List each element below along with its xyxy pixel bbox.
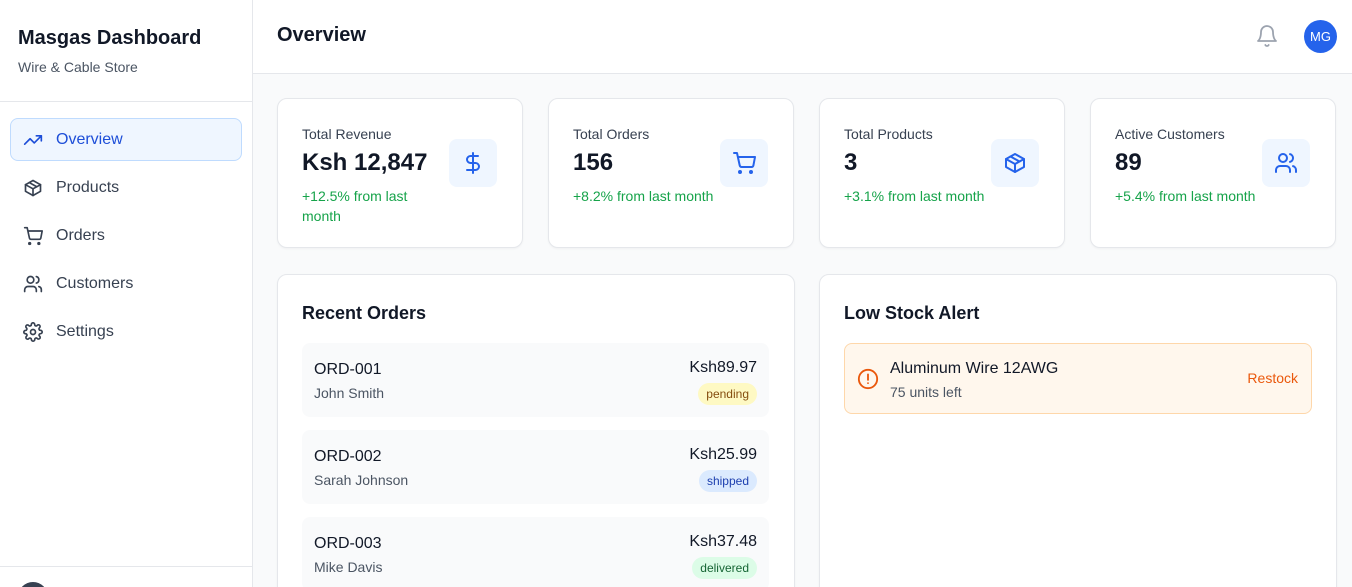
stat-change: +12.5% from last month bbox=[302, 188, 408, 224]
low-stock-units: 75 units left bbox=[890, 384, 962, 400]
sidebar-item-settings[interactable]: Settings bbox=[10, 310, 242, 353]
package-icon bbox=[24, 179, 42, 196]
order-id: ORD-002 bbox=[314, 448, 382, 465]
stat-icon-box bbox=[1262, 139, 1310, 187]
stat-change: +3.1% from last month bbox=[844, 188, 985, 204]
cart-icon bbox=[23, 226, 43, 245]
sidebar-item-label: Products bbox=[56, 178, 120, 196]
order-id: ORD-003 bbox=[314, 535, 382, 552]
top-header: Overview MG bbox=[253, 0, 1352, 74]
stat-label: Total Products bbox=[844, 126, 933, 142]
sidebar-item-label: Overview bbox=[56, 130, 123, 148]
users-icon bbox=[23, 275, 43, 292]
sidebar-item-label: Orders bbox=[56, 226, 105, 244]
sidebar-nav: Overview Products Orders Customers Setti… bbox=[0, 102, 252, 353]
order-amount: Ksh37.48 bbox=[689, 533, 757, 550]
status-badge: pending bbox=[698, 383, 757, 405]
order-id: ORD-001 bbox=[314, 361, 382, 378]
user-avatar[interactable] bbox=[18, 582, 48, 587]
stat-icon-box bbox=[991, 139, 1039, 187]
brand: Masgas Dashboard Wire & Cable Store bbox=[0, 0, 252, 102]
stat-card-revenue: Total Revenue Ksh 12,847 +12.5% from las… bbox=[277, 98, 523, 248]
sidebar-item-overview[interactable]: Overview bbox=[10, 118, 242, 161]
low-stock-product: Aluminum Wire 12AWG bbox=[890, 360, 1059, 377]
order-customer: Mike Davis bbox=[314, 559, 383, 575]
brand-title: Masgas Dashboard bbox=[18, 27, 202, 49]
sidebar-item-customers[interactable]: Customers bbox=[10, 262, 242, 305]
stat-value: 89 bbox=[1115, 149, 1142, 176]
avatar[interactable]: MG bbox=[1304, 20, 1337, 53]
dollar-icon bbox=[466, 152, 480, 174]
sidebar-item-orders[interactable]: Orders bbox=[10, 214, 242, 257]
status-badge: shipped bbox=[698, 470, 757, 492]
stat-icon-box bbox=[720, 139, 768, 187]
stat-value: Ksh 12,847 bbox=[302, 149, 428, 176]
order-amount: Ksh89.97 bbox=[689, 359, 757, 376]
order-customer: John Smith bbox=[314, 385, 385, 401]
bell-icon[interactable] bbox=[1255, 24, 1279, 48]
stat-card-orders: Total Orders 156 +8.2% from last month bbox=[548, 98, 794, 248]
sidebar: Masgas Dashboard Wire & Cable Store Over… bbox=[0, 0, 253, 587]
stat-change: +5.4% from last month bbox=[1115, 188, 1256, 204]
gear-icon bbox=[23, 321, 43, 342]
users-icon bbox=[1275, 153, 1297, 173]
recent-orders-panel: Recent Orders ORD-001 John Smith Ksh89.9… bbox=[277, 274, 795, 587]
stat-label: Total Revenue bbox=[302, 126, 392, 142]
stat-icon-box bbox=[449, 139, 497, 187]
stat-change: +8.2% from last month bbox=[573, 188, 714, 204]
stat-card-customers: Active Customers 89 +5.4% from last mont… bbox=[1090, 98, 1336, 248]
order-amount: Ksh25.99 bbox=[689, 446, 757, 463]
sidebar-item-products[interactable]: Products bbox=[10, 166, 242, 209]
stat-value: 156 bbox=[573, 149, 614, 176]
page-title: Overview bbox=[277, 24, 366, 46]
low-stock-item: Aluminum Wire 12AWG 75 units left Restoc… bbox=[844, 343, 1312, 414]
sidebar-item-label: Settings bbox=[56, 322, 114, 340]
stat-card-products: Total Products 3 +3.1% from last month bbox=[819, 98, 1065, 248]
cart-icon bbox=[733, 152, 756, 174]
stat-label: Active Customers bbox=[1115, 126, 1225, 142]
order-row[interactable]: ORD-001 John Smith Ksh89.97 pending bbox=[302, 343, 769, 417]
brand-subtitle: Wire & Cable Store bbox=[18, 59, 138, 75]
order-row[interactable]: ORD-002 Sarah Johnson Ksh25.99 shipped bbox=[302, 430, 769, 504]
panel-title: Recent Orders bbox=[302, 303, 427, 323]
order-row[interactable]: ORD-003 Mike Davis Ksh37.48 delivered bbox=[302, 517, 769, 587]
stat-value: 3 bbox=[844, 149, 858, 176]
panel-title: Low Stock Alert bbox=[844, 303, 980, 323]
trending-up-icon bbox=[23, 134, 43, 145]
sidebar-footer bbox=[0, 566, 252, 587]
restock-button[interactable]: Restock bbox=[1247, 370, 1298, 386]
low-stock-panel: Low Stock Alert Aluminum Wire 12AWG 75 u… bbox=[819, 274, 1337, 587]
alert-circle-icon bbox=[857, 368, 879, 390]
status-badge: delivered bbox=[692, 557, 757, 579]
sidebar-item-label: Customers bbox=[56, 274, 134, 292]
order-customer: Sarah Johnson bbox=[314, 472, 409, 488]
package-icon bbox=[1005, 153, 1025, 173]
stat-label: Total Orders bbox=[573, 126, 650, 142]
